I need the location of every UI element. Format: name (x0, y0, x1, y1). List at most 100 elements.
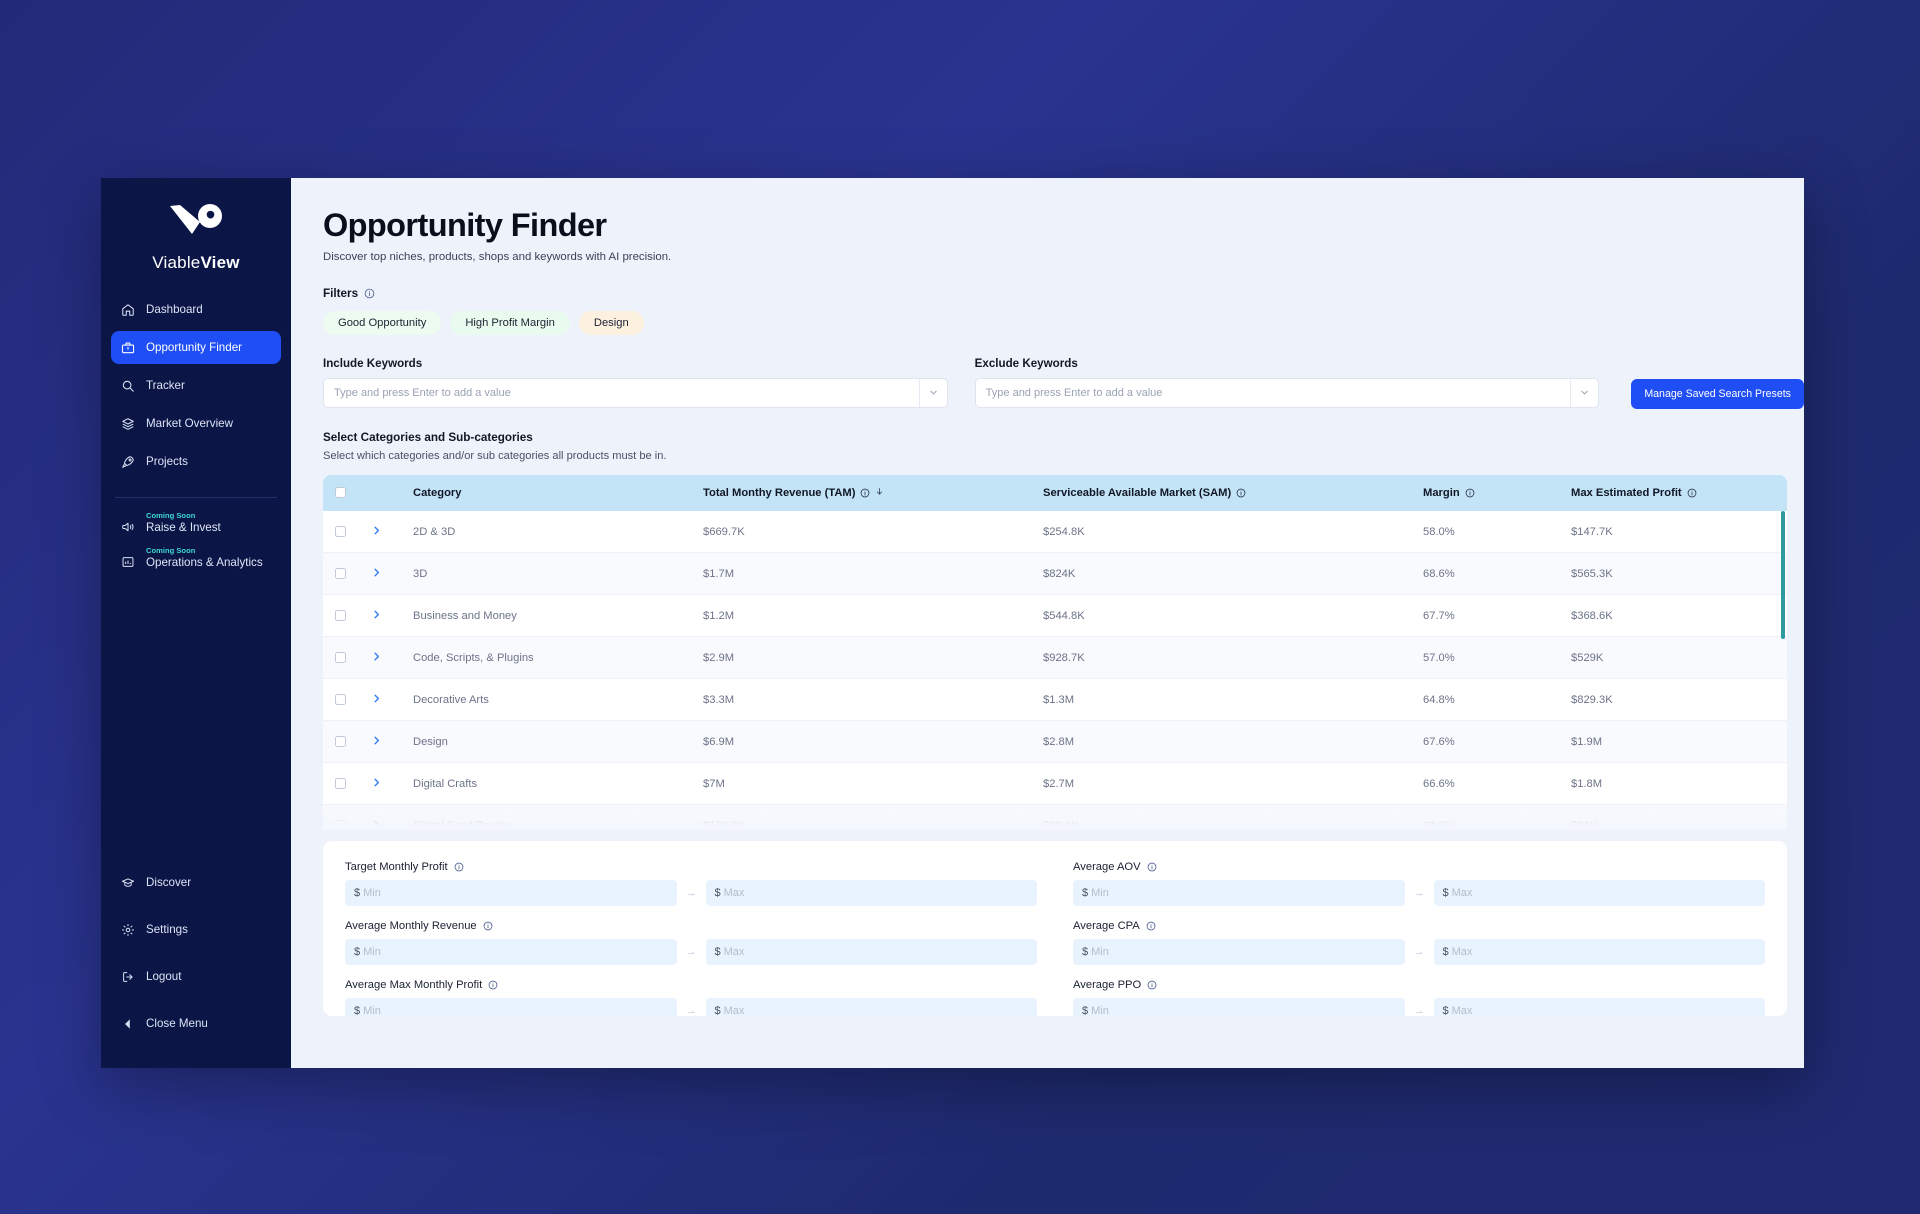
currency-symbol: $ (1082, 945, 1089, 958)
manage-saved-search-presets-button[interactable]: Manage Saved Search Presets (1631, 378, 1804, 409)
chevron-right-icon[interactable] (371, 609, 382, 620)
info-icon[interactable] (454, 862, 464, 872)
sidebar-item-settings[interactable]: Settings (111, 913, 281, 946)
metric-max-input[interactable]: $ Max (705, 997, 1037, 1016)
column-label: Category (413, 486, 462, 499)
info-icon[interactable] (1465, 488, 1475, 498)
sidebar-item-market-overview[interactable]: Market Overview (111, 407, 281, 440)
cell-sam: $928.7K (1031, 636, 1411, 680)
metric-min-input[interactable]: $ Min (1073, 938, 1405, 965)
filter-chip-design[interactable]: Design (578, 310, 644, 335)
cell-sam: $2.7M (1031, 762, 1411, 806)
info-icon[interactable] (1146, 921, 1156, 931)
row-checkbox[interactable] (335, 736, 346, 748)
currency-symbol: $ (1442, 886, 1449, 899)
sidebar-item-discover[interactable]: Discover (111, 866, 281, 899)
table-row[interactable]: Design $6.9M $2.8M 67.6% $1.9M (323, 720, 1787, 764)
currency-symbol: $ (1442, 1004, 1449, 1016)
info-icon[interactable] (1147, 980, 1157, 990)
column-header-category[interactable]: Category (401, 474, 691, 511)
table-row[interactable]: Business and Money $1.2M $544.8K 67.7% $368.… (323, 594, 1787, 638)
chevron-right-icon[interactable] (371, 735, 382, 746)
table-row[interactable]: Decorative Arts $3.3M $1.3M 64.8% $829.3K (323, 678, 1787, 722)
search-icon (121, 379, 135, 393)
row-checkbox[interactable] (335, 778, 346, 790)
row-expand-cell (359, 804, 401, 830)
metric-max-input[interactable]: $ Max (1433, 879, 1765, 906)
metric-max-input[interactable]: $ Max (705, 879, 1037, 906)
column-header-tam[interactable]: Total Monthy Revenue (TAM) (691, 474, 1031, 511)
metric-range-row: $ Min → $ Max (345, 879, 1037, 906)
cell-max-estimated-profit: $368.6K (1559, 594, 1787, 638)
chevron-right-icon[interactable] (371, 567, 382, 578)
info-icon[interactable] (364, 288, 375, 299)
metric-min-input[interactable]: $ Min (1073, 997, 1405, 1016)
chevron-down-icon[interactable] (1570, 378, 1598, 407)
max-placeholder: Max (1451, 886, 1473, 899)
chevron-right-icon[interactable] (371, 777, 382, 788)
info-icon[interactable] (488, 980, 498, 990)
metric-field-target-monthly-profit: Target Monthly Profit $ Min → $ Max (345, 861, 1037, 906)
metric-max-input[interactable]: $ Max (705, 938, 1037, 965)
row-checkbox[interactable] (335, 652, 346, 664)
chevron-right-icon[interactable] (371, 693, 382, 704)
filter-chip-high-profit-margin[interactable]: High Profit Margin (450, 310, 570, 335)
metric-max-input[interactable]: $ Max (1433, 938, 1765, 965)
table-row[interactable]: 3D $1.7M $824K 68.6% $565.3K (323, 552, 1787, 596)
currency-symbol: $ (1082, 886, 1089, 899)
min-placeholder: Min (1091, 945, 1109, 958)
chevron-right-icon[interactable] (371, 651, 382, 662)
cell-tam: $6.9M (691, 720, 1031, 764)
scrollbar-thumb[interactable] (1781, 510, 1785, 639)
include-keywords-input[interactable]: Type and press Enter to add a value (323, 377, 948, 408)
chevron-right-icon[interactable] (371, 819, 382, 830)
metric-range-row: $ Min → $ Max (1073, 938, 1765, 965)
select-all-checkbox[interactable] (335, 487, 346, 499)
currency-symbol: $ (714, 886, 721, 899)
table-scrollbar[interactable] (1781, 510, 1785, 811)
column-header-max-estimated-profit[interactable]: Max Estimated Profit (1559, 474, 1787, 511)
table-row[interactable]: Digital Crafts $7M $2.7M 66.6% $1.8M (323, 762, 1787, 806)
brand-logo[interactable]: ViableView (101, 178, 291, 287)
column-header-sam[interactable]: Serviceable Available Market (SAM) (1031, 474, 1411, 511)
row-checkbox[interactable] (335, 568, 346, 580)
sort-desc-icon[interactable] (875, 487, 884, 499)
metric-label-text: Average PPO (1073, 978, 1142, 991)
filter-chip-good-opportunity[interactable]: Good Opportunity (323, 310, 442, 335)
metric-field-average-monthly-revenue: Average Monthly Revenue $ Min → $ Max (345, 920, 1037, 965)
chevron-down-icon[interactable] (918, 378, 947, 407)
info-icon[interactable] (1236, 488, 1246, 498)
info-icon[interactable] (483, 921, 493, 931)
metrics-grid: Target Monthly Profit $ Min → $ Max Average AO… (345, 861, 1765, 1016)
metric-label-text: Average Monthly Revenue (345, 919, 477, 932)
metric-min-input[interactable]: $ Min (1073, 879, 1405, 906)
sidebar-item-logout[interactable]: Logout (111, 960, 281, 993)
table-row[interactable]: Code, Scripts, & Plugins $2.9M $928.7K 57.0… (323, 636, 1787, 680)
row-checkbox[interactable] (335, 526, 346, 538)
brand-name: ViableView (101, 253, 291, 273)
chevron-right-icon[interactable] (371, 525, 382, 536)
metric-min-input[interactable]: $ Min (345, 997, 677, 1016)
metric-min-input[interactable]: $ Min (345, 938, 677, 965)
sidebar-item-raise-and-invest[interactable]: Coming Soon Raise & Invest (111, 508, 281, 543)
metric-min-input[interactable]: $ Min (345, 879, 677, 906)
row-checkbox[interactable] (335, 610, 346, 622)
row-checkbox[interactable] (335, 694, 346, 706)
sidebar-item-tracker[interactable]: Tracker (111, 369, 281, 402)
close-menu-button[interactable]: Close Menu (111, 1007, 281, 1040)
column-header-margin[interactable]: Margin (1411, 474, 1559, 511)
info-icon[interactable] (1687, 488, 1697, 498)
row-checkbox[interactable] (335, 820, 346, 830)
table-row[interactable]: Digital Food Recipe $179.6K $98.1K 62.2% $61… (323, 804, 1787, 830)
exclude-keywords-placeholder: Type and press Enter to add a value (985, 386, 1163, 399)
info-icon[interactable] (1147, 862, 1157, 872)
sidebar-item-projects[interactable]: Projects (111, 445, 281, 478)
metric-max-input[interactable]: $ Max (1433, 997, 1765, 1016)
info-icon[interactable] (860, 488, 870, 498)
sidebar-item-opportunity-finder[interactable]: Opportunity Finder (111, 331, 281, 364)
sidebar-item-operations-and-analytics[interactable]: Coming Soon Operations & Analytics (111, 543, 281, 578)
exclude-keywords-input[interactable]: Type and press Enter to add a value (974, 377, 1600, 408)
table-row[interactable]: 2D & 3D $669.7K $254.8K 58.0% $147.7K (323, 510, 1787, 554)
sidebar-item-dashboard[interactable]: Dashboard (111, 293, 281, 326)
table-header: Category Total Monthy Revenue (TAM) Serv… (323, 474, 1787, 511)
